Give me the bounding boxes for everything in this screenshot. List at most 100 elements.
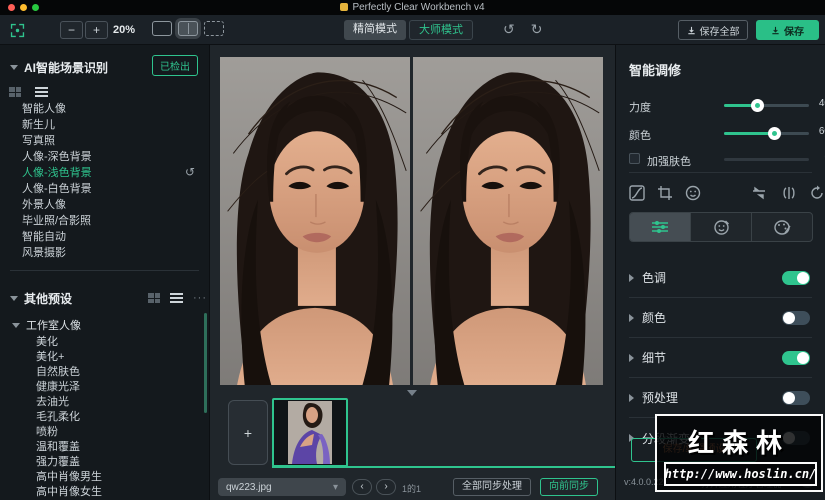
preset-item[interactable]: 美化 bbox=[0, 335, 209, 350]
next-image-button[interactable]: › bbox=[376, 479, 396, 495]
reset-preset-icon[interactable]: ↺ bbox=[185, 165, 195, 179]
preset-item[interactable]: 美化+ bbox=[0, 350, 209, 365]
split-view-icon[interactable] bbox=[178, 21, 198, 36]
simple-mode-button[interactable]: 精简模式 bbox=[344, 20, 406, 40]
tab-face-retouch[interactable] bbox=[691, 213, 752, 241]
expand-arrow-icon[interactable] bbox=[629, 354, 634, 362]
collapse-arrow-icon[interactable] bbox=[10, 296, 18, 301]
undo-icon[interactable]: ↺ bbox=[503, 21, 515, 38]
slider-knob[interactable] bbox=[751, 99, 764, 112]
single-view-icon[interactable] bbox=[152, 21, 172, 36]
face-retouch-icon bbox=[713, 219, 730, 236]
section-tone[interactable]: 色调 bbox=[629, 258, 812, 298]
expand-arrow-icon[interactable] bbox=[629, 314, 634, 322]
slider-knob[interactable] bbox=[768, 127, 781, 140]
details-toggle[interactable] bbox=[782, 351, 810, 365]
add-image-button[interactable]: + bbox=[228, 400, 268, 465]
skin-boost-checkbox[interactable] bbox=[629, 153, 640, 164]
watermark-url: http://www.hoslin.cn/ bbox=[665, 467, 817, 481]
preprocess-toggle[interactable] bbox=[782, 391, 810, 405]
divider bbox=[629, 172, 812, 173]
ai-scene-header: AI智能场景识别 bbox=[24, 59, 108, 76]
ai-scene-item[interactable]: 新生儿 bbox=[0, 117, 209, 133]
list-view-icon[interactable] bbox=[35, 87, 48, 97]
preset-item[interactable]: 喷粉 bbox=[0, 425, 209, 440]
preset-item[interactable]: 强力覆盖 bbox=[0, 455, 209, 470]
color-toggle[interactable] bbox=[782, 311, 810, 325]
ai-scene-item[interactable]: 毕业照/合影照 bbox=[0, 213, 209, 229]
save-all-button[interactable]: 保存全部 bbox=[678, 20, 748, 40]
preset-item[interactable]: 高中肖像女生 bbox=[0, 485, 209, 500]
ai-scene-item[interactable]: 人像-白色背景 bbox=[0, 181, 209, 197]
sidebar-scrollbar[interactable] bbox=[204, 313, 207, 413]
makeup-palette-icon bbox=[773, 219, 791, 236]
chevron-down-icon: ▾ bbox=[333, 482, 338, 493]
section-color[interactable]: 颜色 bbox=[629, 298, 812, 338]
slider-value: 40 bbox=[814, 98, 825, 109]
preset-item[interactable]: 温和覆盖 bbox=[0, 440, 209, 455]
color-slider[interactable] bbox=[724, 132, 809, 135]
strength-slider[interactable] bbox=[724, 104, 809, 107]
rotate-icon[interactable] bbox=[809, 185, 825, 201]
slider-value: 60 bbox=[814, 126, 825, 137]
perfectly-clear-logo-icon bbox=[9, 22, 26, 39]
master-mode-button[interactable]: 大师模式 bbox=[409, 20, 473, 40]
ai-scene-item[interactable]: 人像-深色背景 bbox=[0, 149, 209, 165]
filmstrip-thumbnail-selected[interactable] bbox=[272, 398, 348, 467]
zoom-in-button[interactable]: + bbox=[85, 21, 108, 39]
list-view-icon[interactable] bbox=[170, 293, 183, 303]
redo-icon[interactable]: ↻ bbox=[531, 21, 543, 38]
section-details[interactable]: 细节 bbox=[629, 338, 812, 378]
collapse-arrow-icon[interactable] bbox=[10, 65, 18, 70]
slider-label: 颜色 bbox=[629, 127, 651, 143]
preset-group-label[interactable]: 工作室人像 bbox=[26, 317, 81, 333]
more-options-icon[interactable]: ··· bbox=[193, 292, 207, 304]
tone-toggle[interactable] bbox=[782, 271, 810, 285]
preset-item[interactable]: 高中肖像男生 bbox=[0, 470, 209, 485]
previous-image-button[interactable]: ‹ bbox=[352, 479, 372, 495]
side-by-side-view-icon[interactable] bbox=[204, 21, 224, 36]
slider-label: 加强肤色 bbox=[647, 153, 691, 169]
watermark-overlay: 红森林 http://www.hoslin.cn/ bbox=[655, 414, 823, 492]
grid-view-icon[interactable] bbox=[148, 293, 160, 303]
preset-list: 美化 美化+ 自然肤色 健康光泽 去油光 毛孔柔化 喷粉 温和覆盖 强力覆盖 高… bbox=[0, 335, 209, 500]
preset-item[interactable]: 去油光 bbox=[0, 395, 209, 410]
tab-makeup[interactable] bbox=[752, 213, 812, 241]
ai-scene-item[interactable]: 外景人像 bbox=[0, 197, 209, 213]
filename-dropdown[interactable]: qw223.jpg ▾ bbox=[218, 478, 346, 496]
section-preprocess[interactable]: 预处理 bbox=[629, 378, 812, 418]
save-button[interactable]: 保存 bbox=[756, 20, 819, 40]
face-detect-icon[interactable] bbox=[685, 185, 701, 201]
strength-slider-row: 力度 40 bbox=[629, 97, 813, 113]
ai-scene-item[interactable]: 写真照 bbox=[0, 133, 209, 149]
preset-item[interactable]: 自然肤色 bbox=[0, 365, 209, 380]
divider bbox=[10, 270, 199, 271]
tone-curve-icon[interactable] bbox=[629, 185, 645, 201]
expand-arrow-icon[interactable] bbox=[629, 394, 634, 402]
expand-arrow-icon[interactable] bbox=[629, 274, 634, 282]
zoom-level: 20% bbox=[113, 24, 135, 36]
zoom-out-button[interactable]: − bbox=[60, 21, 83, 39]
filmstrip-collapse-icon[interactable] bbox=[407, 390, 417, 396]
flip-icon[interactable] bbox=[751, 185, 767, 201]
ai-scene-item[interactable]: 风景摄影 bbox=[0, 245, 209, 261]
grid-view-icon[interactable] bbox=[9, 87, 21, 97]
preset-item[interactable]: 健康光泽 bbox=[0, 380, 209, 395]
collapse-arrow-icon[interactable] bbox=[12, 323, 20, 328]
crop-icon[interactable] bbox=[657, 185, 673, 201]
ai-scene-item[interactable]: 智能人像 bbox=[0, 101, 209, 117]
ai-scene-item[interactable]: 智能自动 bbox=[0, 229, 209, 245]
app-icon bbox=[340, 3, 348, 11]
sync-all-button[interactable]: 全部同步处理 bbox=[453, 478, 531, 496]
window-title: Perfectly Clear Workbench v4 bbox=[0, 2, 825, 13]
sync-forward-button[interactable]: 向前同步 bbox=[540, 478, 598, 496]
after-image[interactable] bbox=[413, 57, 603, 385]
before-image[interactable] bbox=[220, 57, 410, 385]
ai-scene-item-selected[interactable]: 人像-浅色背景↺ bbox=[0, 165, 209, 181]
watermark-name: 红森林 bbox=[657, 423, 821, 460]
other-presets-header: 其他预设 bbox=[24, 290, 72, 307]
compare-icon[interactable] bbox=[781, 185, 797, 201]
sliders-icon bbox=[651, 219, 669, 235]
tab-adjustments[interactable] bbox=[630, 213, 691, 241]
preset-item[interactable]: 毛孔柔化 bbox=[0, 410, 209, 425]
